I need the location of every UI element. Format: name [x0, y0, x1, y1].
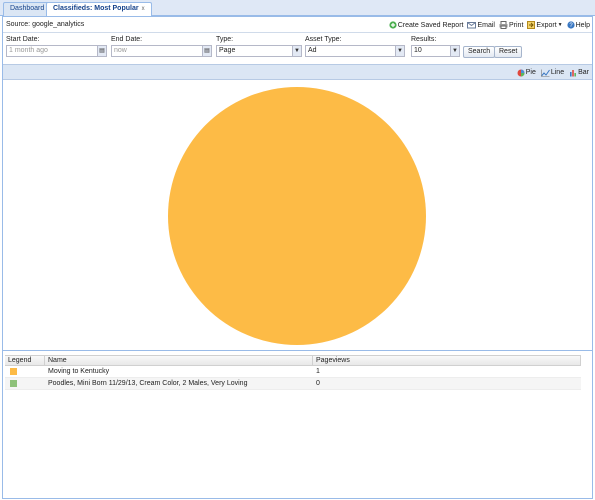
- asset-type-value: Ad: [308, 47, 317, 54]
- results-value: 10: [414, 47, 422, 54]
- source-bar: Source: google_analytics Create Saved Re…: [3, 17, 592, 33]
- legend-cell: [5, 378, 45, 389]
- column-header-legend[interactable]: Legend: [5, 356, 45, 365]
- type-filter: Type: Page ▼: [216, 36, 302, 57]
- source-label: Source: google_analytics: [6, 21, 85, 28]
- legend-cell: [5, 366, 45, 377]
- reset-button[interactable]: Reset: [494, 46, 523, 58]
- line-chart-icon: [540, 69, 550, 77]
- start-date-filter: Start Date: 1 month ago ▤: [6, 36, 107, 57]
- export-button[interactable]: Export ▼: [527, 21, 563, 29]
- email-icon: [467, 22, 477, 29]
- chart-type-switcher: Pie Line Bar: [517, 67, 589, 78]
- email-button[interactable]: Email: [467, 21, 495, 29]
- bar-label: Bar: [578, 69, 589, 76]
- type-value: Page: [219, 47, 236, 54]
- results-filter: Results: 10 ▼: [411, 36, 460, 57]
- report-panel: Source: google_analytics Create Saved Re…: [2, 16, 593, 499]
- end-date-field[interactable]: now ▤: [111, 45, 212, 57]
- filter-bar: Start Date: 1 month ago ▤ End Date: now …: [3, 34, 592, 63]
- pie-slice-0[interactable]: [168, 87, 426, 345]
- start-date-label: Start Date:: [6, 36, 40, 43]
- chevron-down-icon[interactable]: ▼: [450, 46, 459, 56]
- bar-chart-icon: [570, 69, 577, 76]
- calendar-icon[interactable]: ▤: [97, 46, 106, 56]
- tab-dashboard-label: Dashboard: [10, 5, 45, 12]
- export-icon: [527, 21, 536, 29]
- asset-type-select[interactable]: Ad ▼: [305, 45, 405, 57]
- help-button[interactable]: ? Help: [566, 21, 590, 29]
- type-label: Type:: [216, 36, 234, 43]
- close-tab-icon[interactable]: x: [142, 3, 145, 15]
- chevron-down-icon[interactable]: ▼: [292, 46, 301, 56]
- results-select[interactable]: 10 ▼: [411, 45, 460, 57]
- create-saved-report-label: Create Saved Report: [397, 21, 464, 29]
- report-toolbar: Create Saved Report Email Print Export ▼…: [389, 19, 590, 31]
- end-date-label: End Date:: [111, 36, 143, 43]
- legend-grid: Legend Name Pageviews Moving to Kentucky…: [5, 355, 581, 390]
- pageviews-cell: 0: [316, 380, 320, 387]
- pageviews-cell: 1: [316, 368, 320, 375]
- chart-toolbar: Pie Line Bar: [3, 64, 592, 80]
- export-label: Export: [536, 21, 557, 29]
- asset-type-filter: Asset Type: Ad ▼: [305, 36, 405, 57]
- tab-dashboard[interactable]: Dashboard: [3, 2, 52, 16]
- tab-classifieds-most-popular[interactable]: Classifieds: Most Popular x: [46, 2, 152, 17]
- create-saved-report-button[interactable]: Create Saved Report: [389, 21, 464, 29]
- add-icon: [389, 21, 397, 29]
- help-label: Help: [575, 21, 590, 29]
- tab-classifieds-label: Classifieds: Most Popular: [53, 5, 139, 12]
- name-cell: Poodles, Mini Born 11/29/13, Cream Color…: [48, 380, 248, 387]
- bar-chart-button[interactable]: Bar: [569, 69, 589, 77]
- email-label: Email: [477, 21, 495, 29]
- asset-type-label: Asset Type:: [305, 36, 342, 43]
- legend-swatch: [10, 380, 17, 387]
- printer-icon: [499, 21, 508, 29]
- search-button[interactable]: Search: [463, 46, 496, 58]
- pie-chart: [168, 87, 426, 345]
- name-cell: Moving to Kentucky: [48, 368, 110, 375]
- pie-label: Pie: [525, 69, 536, 76]
- pie-chart-icon: [517, 69, 525, 76]
- end-date-filter: End Date: now ▤: [111, 36, 212, 57]
- legend-swatch: [10, 368, 17, 375]
- start-date-value: 1 month ago: [9, 47, 48, 54]
- pie-chart-button[interactable]: Pie: [517, 69, 536, 77]
- table-row[interactable]: Poodles, Mini Born 11/29/13, Cream Color…: [5, 378, 581, 390]
- end-date-value: now: [114, 47, 127, 54]
- print-button[interactable]: Print: [499, 21, 523, 29]
- column-header-name[interactable]: Name: [45, 356, 313, 365]
- tab-bar: Dashboard Classifieds: Most Popular x: [0, 0, 595, 17]
- results-label: Results:: [411, 36, 437, 43]
- chevron-down-icon[interactable]: ▼: [395, 46, 404, 56]
- column-header-pageviews[interactable]: Pageviews: [313, 356, 581, 365]
- start-date-field[interactable]: 1 month ago ▤: [6, 45, 107, 57]
- line-label: Line: [550, 69, 565, 76]
- type-select[interactable]: Page ▼: [216, 45, 302, 57]
- chevron-down-icon: ▼: [557, 22, 563, 28]
- table-row[interactable]: Moving to Kentucky 1: [5, 366, 581, 378]
- grid-header: Legend Name Pageviews: [5, 355, 581, 366]
- help-icon: ?: [566, 21, 575, 29]
- calendar-icon[interactable]: ▤: [202, 46, 211, 56]
- print-label: Print: [509, 21, 524, 29]
- line-chart-button[interactable]: Line: [540, 69, 565, 77]
- chart-area: [3, 81, 592, 351]
